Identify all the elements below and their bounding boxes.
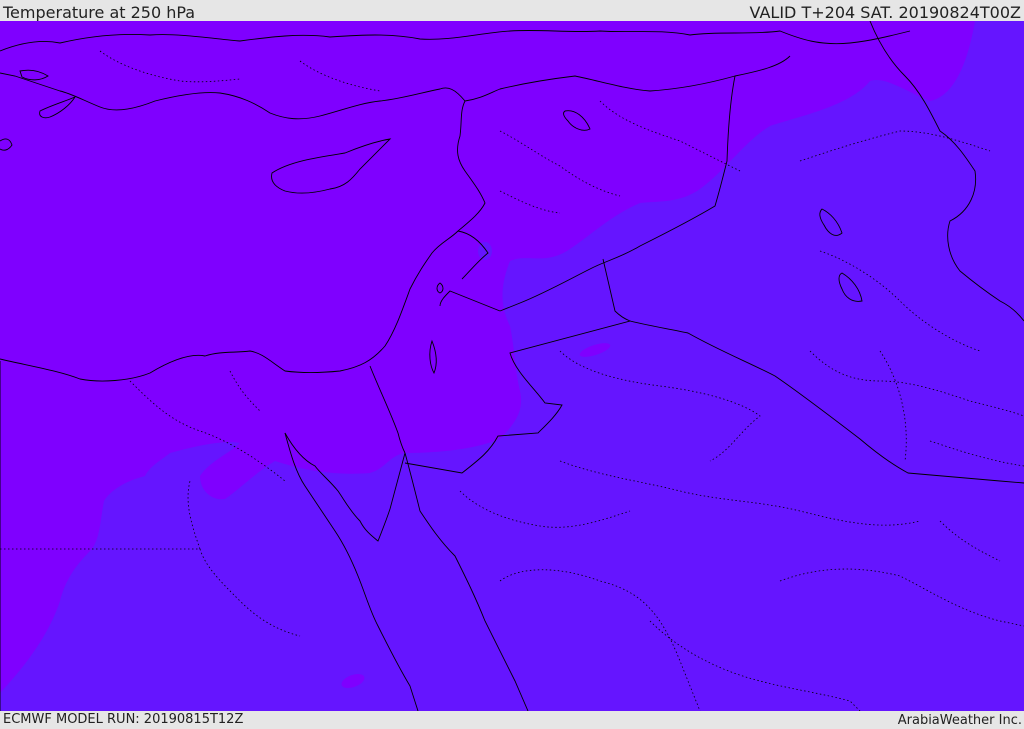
temperature-map <box>0 21 1024 711</box>
footer-bar: ECMWF MODEL RUN: 20190815T12Z ArabiaWeat… <box>0 711 1024 729</box>
header-bar: Temperature at 250 hPa VALID T+204 SAT. … <box>0 0 1024 21</box>
map-title: Temperature at 250 hPa <box>3 3 196 22</box>
valid-time-label: VALID T+204 SAT. 20190824T00Z <box>749 3 1021 22</box>
model-run-label: ECMWF MODEL RUN: 20190815T12Z <box>3 712 244 727</box>
credit-label: ArabiaWeather Inc. <box>897 713 1022 728</box>
map-figure: Temperature at 250 hPa VALID T+204 SAT. … <box>0 0 1024 729</box>
warm-patch <box>478 242 492 260</box>
